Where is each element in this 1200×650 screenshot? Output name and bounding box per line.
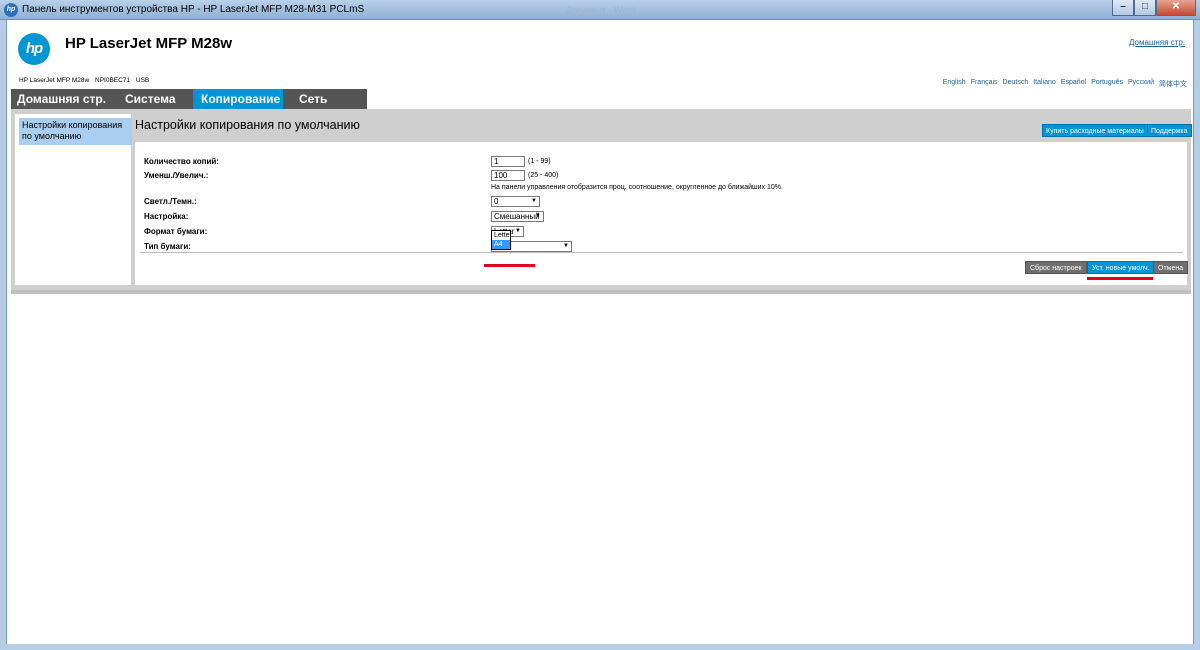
page-title: Настройки копирования по умолчанию: [135, 118, 360, 132]
main-tabs: Домашняя стр. Система Копирование Сеть: [11, 89, 367, 109]
page-content: hp HP LaserJet MFP M28w Домашняя стр. HP…: [6, 20, 1194, 644]
hp-logo: hp: [18, 33, 50, 65]
sidebar-item-copy-defaults[interactable]: Настройки копирования по умолчанию: [19, 118, 132, 145]
highlight-underline-apply: [1087, 277, 1153, 280]
language-link[interactable]: Deutsch: [1003, 79, 1029, 89]
language-link[interactable]: Español: [1061, 79, 1086, 89]
support-button[interactable]: Поддержка: [1147, 124, 1192, 137]
device-id: NPI0BEC71: [95, 77, 131, 84]
sidebar: Настройки копирования по умолчанию: [15, 114, 132, 285]
tab-system[interactable]: Система: [115, 89, 193, 109]
reset-button[interactable]: Сброс настроек: [1025, 261, 1087, 274]
home-link[interactable]: Домашняя стр.: [1129, 38, 1185, 47]
window-frame-bottom: [0, 644, 1200, 650]
language-link[interactable]: Français: [971, 79, 998, 89]
chevron-down-icon: ▼: [515, 228, 521, 234]
lighter-darker-value: 0: [494, 197, 499, 206]
language-link[interactable]: Português: [1091, 79, 1123, 89]
panel-header: Настройки копирования по умолчанию Купит…: [135, 114, 1192, 139]
reduce-enlarge-label: Уменш./Увелич.:: [144, 171, 209, 180]
copies-input[interactable]: 1: [491, 156, 525, 167]
language-link[interactable]: 简体中文: [1159, 79, 1187, 89]
chevron-down-icon: ▼: [563, 243, 569, 249]
reduce-enlarge-note: На панели управления отобразится проц. с…: [491, 184, 783, 191]
form-divider: [140, 252, 1183, 253]
lighter-darker-select[interactable]: 0 ▼: [491, 196, 540, 207]
device-model: HP LaserJet MFP M28w: [19, 77, 90, 84]
buy-supplies-button[interactable]: Купить расходные материалы: [1042, 124, 1148, 137]
window-controls: – □ ✕: [1112, 0, 1196, 18]
tab-copy[interactable]: Копирование: [193, 89, 283, 109]
window-title: Панель инструментов устройства HP - HP L…: [22, 4, 365, 15]
cancel-button[interactable]: Отмена: [1153, 261, 1189, 274]
optimize-select[interactable]: Смешанный ▼: [491, 211, 544, 222]
language-link[interactable]: Italiano: [1033, 79, 1056, 89]
lighter-darker-label: Светл./Темн.:: [144, 197, 197, 206]
settings-form: Количество копий: 1 (1 - 99) Уменш./Увел…: [135, 142, 1189, 285]
window-titlebar: hp Панель инструментов устройства HP - H…: [0, 0, 1200, 20]
reduce-enlarge-input[interactable]: 100: [491, 170, 525, 181]
optimize-label: Настройка:: [144, 212, 189, 221]
minimize-button[interactable]: –: [1112, 0, 1134, 16]
paper-type-label: Тип бумаги:: [144, 242, 191, 251]
background-window-title: Документ - Word: [566, 5, 636, 15]
content-area: Настройки копирования по умолчанию Настр…: [11, 109, 1192, 290]
content-bottom-rule: [11, 290, 1191, 294]
highlight-underline-dropdown: [484, 264, 535, 267]
language-link[interactable]: English: [943, 79, 966, 89]
paper-size-label: Формат бумаги:: [144, 227, 208, 236]
reduce-enlarge-range: (25 - 400): [528, 172, 559, 179]
chevron-down-icon: ▼: [531, 198, 537, 204]
copies-label: Количество копий:: [144, 157, 219, 166]
device-info: HP LaserJet MFP M28w NPI0BEC71 USB: [19, 77, 153, 84]
copies-range: (1 - 99): [528, 158, 551, 165]
paper-size-dropdown: Letter A4: [491, 230, 512, 250]
connection-type: USB: [135, 77, 150, 84]
window-frame-right: [1194, 20, 1200, 650]
dropdown-option-letter[interactable]: Letter: [492, 231, 512, 240]
tab-home[interactable]: Домашняя стр.: [11, 89, 115, 109]
apply-defaults-button[interactable]: Уст. новые умолч.: [1087, 261, 1155, 274]
optimize-value: Смешанный: [494, 212, 540, 221]
product-title: HP LaserJet MFP M28w: [65, 35, 233, 52]
language-list: English Français Deutsch Italiano Españo…: [943, 79, 1187, 89]
dropdown-option-a4[interactable]: A4: [492, 240, 510, 249]
hp-app-icon: hp: [4, 3, 18, 17]
tab-network[interactable]: Сеть: [283, 89, 367, 109]
language-link[interactable]: Русский: [1128, 79, 1154, 89]
maximize-button[interactable]: □: [1134, 0, 1156, 16]
close-button[interactable]: ✕: [1156, 0, 1196, 16]
chevron-down-icon: ▼: [535, 213, 541, 219]
